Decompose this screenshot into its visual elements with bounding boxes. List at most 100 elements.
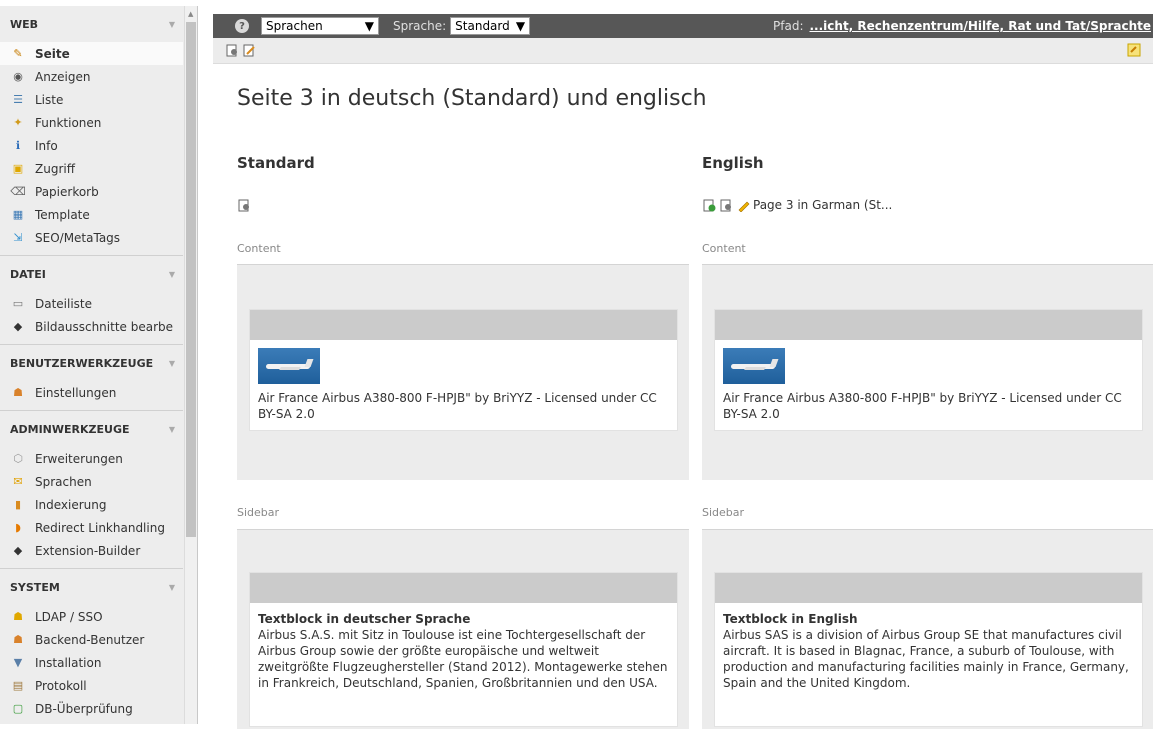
sidebar-item[interactable]: ✉ Sprachen <box>0 470 183 493</box>
sidebar-item[interactable]: ☗ Backend-Benutzer <box>0 628 183 651</box>
template-icon: ▦ <box>12 208 24 221</box>
help-icon[interactable]: ? <box>235 19 249 33</box>
sidebar-item-label: DB-Überprüfung <box>35 701 133 716</box>
path-link[interactable]: ...icht, Rechenzentrum/Hilfe, Rat und Ta… <box>810 19 1152 33</box>
content-element-header[interactable] <box>715 310 1142 340</box>
collapse-icon[interactable]: ▼ <box>169 270 175 279</box>
module-group-title: DATEI <box>10 267 46 281</box>
typo3-icon: ◆ <box>13 320 23 333</box>
airplane-image <box>723 348 785 384</box>
sidebar-area: Textblock in English Airbus SAS is a div… <box>702 529 1153 729</box>
sidebar-item-label: Funktionen <box>35 115 102 130</box>
textblock-title: Textblock in deutscher Sprache <box>258 612 471 626</box>
shortcut-icon[interactable] <box>1127 43 1141 57</box>
module-menu: WEB ▼ ✎ Seite ◉ Anzeigen ☰ Liste ✦ Funktionen ℹ Inf… <box>0 6 198 724</box>
section-label-content: Content <box>237 242 281 255</box>
scrollbar-thumb[interactable] <box>186 22 196 537</box>
content-element[interactable]: Air France Airbus A380-800 F-HPJB" by Br… <box>714 309 1143 431</box>
module-group-datei: DATEI ▼ ▭ Dateiliste ◆ Bildausschnitte bearbe <box>0 256 183 345</box>
sidebar-item[interactable]: ◗ Redirect Linkhandling <box>0 516 183 539</box>
language-select-value: Standard <box>455 19 510 33</box>
sidebar-item[interactable]: ▣ Zugriff <box>0 157 183 180</box>
new-translation-icon[interactable] <box>702 198 716 212</box>
language-select[interactable]: Standard ▼ <box>450 17 531 35</box>
sidebar-item[interactable]: ℹ Info <box>0 134 183 157</box>
content-element[interactable]: Textblock in English Airbus SAS is a div… <box>714 572 1143 727</box>
sidebar-item-label: SEO/MetaTags <box>35 230 121 245</box>
sidebar-item[interactable]: ▼ Installation <box>0 651 183 674</box>
column-actions: Page 3 in Garman (St... <box>702 198 892 212</box>
module-group-header[interactable]: ADMINWERKZEUGE ▼ <box>0 411 183 447</box>
module-group-web: WEB ▼ ✎ Seite ◉ Anzeigen ☰ Liste ✦ Funktionen ℹ Inf… <box>0 6 183 256</box>
module-group-header[interactable]: BENUTZERWERKZEUGE ▼ <box>0 345 183 381</box>
module-group-header[interactable]: SYSTEM ▼ <box>0 569 183 605</box>
install-icon: ▼ <box>13 656 23 669</box>
sidebar-item[interactable]: ⬡ Erweiterungen <box>0 447 183 470</box>
content-element-header[interactable] <box>715 573 1142 603</box>
module-group-benutzerwerkzeuge: BENUTZERWERKZEUGE ▼ ☗ Einstellungen <box>0 345 183 411</box>
sidebar-item[interactable]: ⇲ SEO/MetaTags <box>0 226 183 249</box>
sidebar-item[interactable]: ▮ Indexierung <box>0 493 183 516</box>
view-page-icon[interactable] <box>719 198 733 212</box>
sidebar-item[interactable]: ◆ Extension-Builder <box>0 539 183 562</box>
scroll-up-icon[interactable]: ▲ <box>188 10 193 18</box>
page-module-content: Seite 3 in deutsch (Standard) und englis… <box>213 64 1153 729</box>
module-group-title: BENUTZERWERKZEUGE <box>10 356 154 370</box>
sidebar-item[interactable]: ▭ Dateiliste <box>0 292 183 315</box>
eye-icon: ◉ <box>13 70 23 83</box>
sidebar-item[interactable]: ▤ Protokoll <box>0 674 183 697</box>
module-group-title: SYSTEM <box>10 580 60 594</box>
collapse-icon[interactable]: ▼ <box>169 20 175 29</box>
language-label: Sprache: <box>393 19 447 33</box>
sidebar-item-label: Info <box>35 138 58 153</box>
view-page-icon[interactable] <box>225 43 239 57</box>
sidebar-item[interactable]: ☗ Einstellungen <box>0 381 183 404</box>
sidebar-item-label: Einstellungen <box>35 385 117 400</box>
module-group-header[interactable]: DATEI ▼ <box>0 256 183 292</box>
sidebar-item[interactable]: ⌫ Papierkorb <box>0 180 183 203</box>
sidebar-item-label: Installation <box>35 655 102 670</box>
content-element[interactable]: Air France Airbus A380-800 F-HPJB" by Br… <box>249 309 678 431</box>
content-element-header[interactable] <box>250 310 677 340</box>
edit-page-icon[interactable] <box>242 43 256 57</box>
sidebar-item[interactable]: ◉ Anzeigen <box>0 65 183 88</box>
typo3-icon: ◆ <box>13 544 23 557</box>
content-element-body: Textblock in English Airbus SAS is a div… <box>715 603 1142 699</box>
collapse-icon[interactable]: ▼ <box>169 425 175 434</box>
sidebar-item[interactable]: ✎ Seite <box>0 42 183 65</box>
page-edit-icon: ✎ <box>13 47 23 60</box>
collapse-icon[interactable]: ▼ <box>169 583 175 592</box>
db-check-icon: ▢ <box>12 702 24 715</box>
bar-chart-icon: ▮ <box>14 498 22 511</box>
sidebar-item[interactable]: ☗ LDAP / SSO <box>0 605 183 628</box>
collapse-icon[interactable]: ▼ <box>169 359 175 368</box>
sidebar-item[interactable]: ◆ Bildausschnitte bearbe <box>0 315 183 338</box>
view-page-icon[interactable] <box>237 198 251 212</box>
sidebar-item[interactable]: ▦ Template <box>0 203 183 226</box>
module-group-header[interactable]: WEB ▼ <box>0 6 183 42</box>
redirect-icon: ◗ <box>15 521 21 534</box>
content-element-header[interactable] <box>250 573 677 603</box>
textblock-text: Airbus S.A.S. mit Sitz in Toulouse ist e… <box>258 628 668 690</box>
view-select[interactable]: Sprachen ▼ <box>261 17 379 35</box>
sidebar-item[interactable]: ▢ DB-Überprüfung <box>0 697 183 720</box>
sidebar-item[interactable]: ✦ Funktionen <box>0 111 183 134</box>
sidebar-item-label: Anzeigen <box>35 69 91 84</box>
sidebar-item-label: Extension-Builder <box>35 543 141 558</box>
sidebar-item-label: Papierkorb <box>35 184 99 199</box>
pencil-icon[interactable] <box>736 198 750 212</box>
sidebar-item-label: Erweiterungen <box>35 451 123 466</box>
page-translation-link[interactable]: Page 3 in Garman (St... <box>753 198 892 212</box>
extensions-icon: ⬡ <box>13 452 23 465</box>
sidebar-item[interactable]: ☰ Liste <box>0 88 183 111</box>
column-actions <box>237 198 254 212</box>
content-element[interactable]: Textblock in deutscher Sprache Airbus S.… <box>249 572 678 727</box>
docheader-buttons <box>213 38 1153 64</box>
sidebar-scrollbar[interactable]: ▲ <box>184 6 197 724</box>
image-caption: Air France Airbus A380-800 F-HPJB" by Br… <box>723 391 1122 421</box>
airplane-image <box>258 348 320 384</box>
sidebar-item-label: Sprachen <box>35 474 92 489</box>
module-group-adminwerkzeuge: ADMINWERKZEUGE ▼ ⬡ Erweiterungen ✉ Sprachen ▮ I… <box>0 411 183 569</box>
dropdown-arrow-icon: ▼ <box>364 19 374 33</box>
module-group-system: SYSTEM ▼ ☗ LDAP / SSO ☗ Backend-Benutzer ▼ Inst… <box>0 569 183 724</box>
